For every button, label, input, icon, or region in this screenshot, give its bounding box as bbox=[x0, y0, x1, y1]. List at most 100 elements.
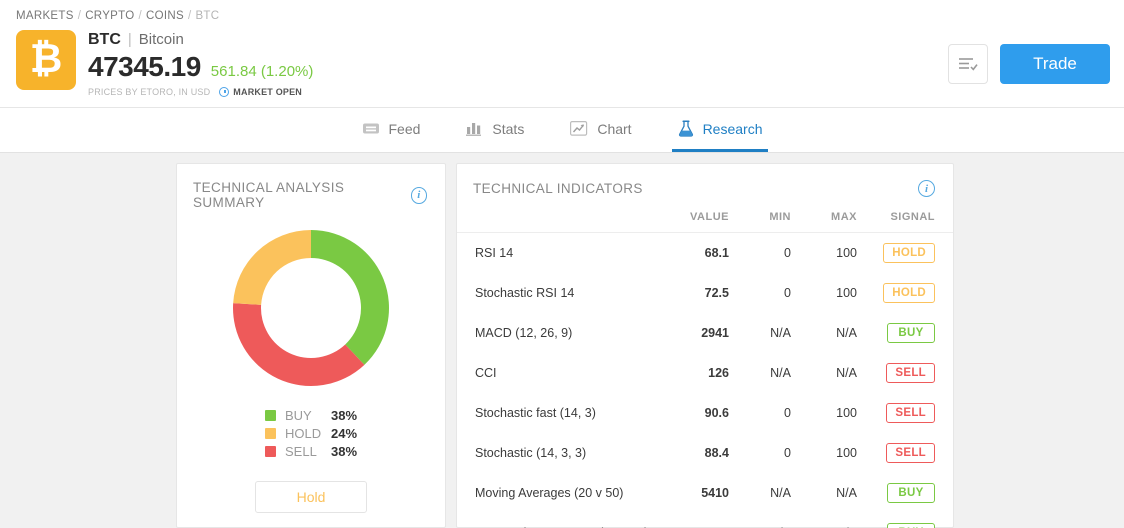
tab-label: Feed bbox=[388, 120, 421, 137]
indicator-name: Stochastic RSI 14 bbox=[475, 286, 575, 300]
indicator-name: Moving Averages (20 v 50) bbox=[475, 486, 624, 500]
breadcrumb-item-crypto[interactable]: CRYPTO bbox=[85, 10, 134, 22]
indicator-max: 100 bbox=[836, 286, 857, 300]
indicator-name: Stochastic (14, 3, 3) bbox=[475, 446, 587, 460]
clock-icon bbox=[219, 87, 230, 97]
instrument-info: BTC | Bitcoin 47345.19 561.84 (1.20%) PR… bbox=[88, 31, 313, 97]
indicator-name: RSI 14 bbox=[475, 246, 514, 260]
instrument-ticker: BTC bbox=[88, 31, 121, 48]
legend-label: HOLD bbox=[285, 426, 322, 441]
title-divider: | bbox=[127, 31, 132, 48]
tab-stats[interactable]: Stats bbox=[460, 108, 530, 152]
legend-label: SELL bbox=[285, 444, 317, 459]
breadcrumb-separator: / bbox=[187, 10, 192, 22]
main-content: TECHNICAL ANALYSIS SUMMARY i BUY 38% HOLD 2… bbox=[0, 153, 1124, 528]
indicator-max: N/A bbox=[836, 326, 857, 340]
tab-feed[interactable]: Feed bbox=[356, 108, 427, 152]
indicators-table-body: RSI 14 68.1 0 100 HOLD Stochastic RSI 14 72.5 0… bbox=[457, 233, 953, 528]
indicator-max: N/A bbox=[836, 486, 857, 500]
tab-label: Research bbox=[702, 120, 763, 137]
indicator-value: 90.6 bbox=[704, 406, 729, 420]
table-row: CCI 126 N/A N/A SELL bbox=[457, 353, 953, 393]
legend-item-buy: BUY 38% bbox=[265, 408, 357, 423]
legend-item-sell: SELL 38% bbox=[265, 444, 357, 459]
breadcrumb-item-btc: BTC bbox=[195, 10, 220, 22]
table-row: Stochastic (14, 3, 3) 88.4 0 100 SELL bbox=[457, 433, 953, 473]
status-badge: SELL bbox=[886, 443, 935, 463]
indicator-signal-cell: SELL bbox=[857, 433, 953, 473]
coin-logo: ₿ bbox=[16, 30, 76, 90]
tab-label: Stats bbox=[492, 120, 525, 137]
indicators-card-header: TECHNICAL INDICATORS i bbox=[457, 164, 953, 197]
legend-value: 24% bbox=[331, 426, 358, 441]
indicators-table: VALUE MIN MAX SIGNAL RSI 14 68.1 0 100 HOLD S… bbox=[457, 211, 953, 528]
summary-action-button[interactable]: Hold bbox=[255, 481, 367, 513]
col-header-max: MAX bbox=[831, 211, 857, 223]
legend-swatch-icon bbox=[265, 446, 276, 457]
info-icon[interactable]: i bbox=[918, 180, 935, 197]
feed-icon bbox=[362, 121, 380, 136]
status-badge: SELL bbox=[886, 403, 935, 423]
watchlist-button[interactable] bbox=[948, 44, 988, 84]
col-header-min: MIN bbox=[769, 211, 791, 223]
breadcrumb-item-coins[interactable]: COINS bbox=[146, 10, 184, 22]
table-row: Stochastic RSI 14 72.5 0 100 HOLD bbox=[457, 273, 953, 313]
indicator-max: N/A bbox=[791, 513, 857, 528]
watchlist-icon bbox=[959, 58, 978, 71]
indicator-value: 5410 bbox=[701, 486, 729, 500]
col-header-value: VALUE bbox=[690, 211, 729, 223]
donut-legend: BUY 38% HOLD 24% SELL 38% bbox=[177, 408, 445, 459]
indicator-max: 100 bbox=[836, 406, 857, 420]
indicator-name: Exp Moving Averages (10 v 20) bbox=[457, 513, 649, 528]
info-icon[interactable]: i bbox=[410, 186, 427, 204]
table-row: Exp Moving Averages (10 v 20)2415N/AN/AB… bbox=[457, 513, 953, 528]
donut-slice-buy[interactable] bbox=[311, 230, 389, 365]
indicator-min: 0 bbox=[784, 446, 791, 460]
market-status-badge: MARKET OPEN bbox=[219, 87, 302, 97]
indicator-signal-cell: HOLD bbox=[857, 273, 953, 313]
indicator-signal-cell: HOLD bbox=[857, 233, 953, 274]
section-tabs: Feed Stats Chart Research bbox=[0, 108, 1124, 153]
donut-slice-hold[interactable] bbox=[233, 230, 311, 305]
legend-label: BUY bbox=[285, 408, 312, 423]
instrument-name: Bitcoin bbox=[138, 31, 184, 48]
price-source-note: PRICES BY ETORO, IN USD bbox=[88, 87, 211, 97]
status-badge: SELL bbox=[886, 363, 935, 383]
tab-label: Chart bbox=[597, 120, 632, 137]
indicator-name: MACD (12, 26, 9) bbox=[475, 326, 573, 340]
flask-icon bbox=[678, 120, 694, 137]
indicator-value: 2415 bbox=[649, 513, 729, 528]
indicator-min: 0 bbox=[784, 406, 791, 420]
indicator-min: 0 bbox=[784, 286, 791, 300]
indicator-signal-cell: SELL bbox=[857, 393, 953, 433]
table-row: RSI 14 68.1 0 100 HOLD bbox=[457, 233, 953, 274]
trade-button[interactable]: Trade bbox=[1000, 44, 1110, 84]
legend-swatch-icon bbox=[265, 410, 276, 421]
sentiment-donut-chart bbox=[177, 228, 445, 388]
tab-research[interactable]: Research bbox=[671, 108, 769, 152]
indicators-title: TECHNICAL INDICATORS bbox=[473, 181, 643, 196]
trend-up-icon bbox=[570, 121, 588, 136]
indicator-min: N/A bbox=[770, 366, 791, 380]
indicator-min: N/A bbox=[770, 486, 791, 500]
status-badge: HOLD bbox=[883, 243, 935, 263]
col-header-signal: SIGNAL bbox=[890, 211, 935, 223]
tab-chart[interactable]: Chart bbox=[564, 108, 637, 152]
status-badge: BUY bbox=[887, 483, 935, 503]
indicator-min: 0 bbox=[784, 246, 791, 260]
donut-slice-sell[interactable] bbox=[233, 303, 365, 386]
instrument-title: BTC | Bitcoin bbox=[88, 31, 313, 49]
indicator-name: CCI bbox=[475, 366, 497, 380]
table-row: Stochastic fast (14, 3) 90.6 0 100 SELL bbox=[457, 393, 953, 433]
indicator-max: 100 bbox=[836, 446, 857, 460]
indicator-value: 72.5 bbox=[704, 286, 729, 300]
price-subline: PRICES BY ETORO, IN USD MARKET OPEN bbox=[88, 87, 313, 97]
summary-title: TECHNICAL ANALYSIS SUMMARY bbox=[193, 180, 345, 210]
indicator-name: Stochastic fast (14, 3) bbox=[475, 406, 596, 420]
donut-svg bbox=[233, 230, 389, 386]
market-status-label: MARKET OPEN bbox=[233, 87, 302, 97]
indicator-signal-cell: BUY bbox=[857, 313, 953, 353]
breadcrumb-item-markets[interactable]: MARKETS bbox=[16, 10, 74, 22]
indicator-min: N/A bbox=[729, 513, 791, 528]
indicator-signal-cell: BUY bbox=[857, 513, 953, 528]
